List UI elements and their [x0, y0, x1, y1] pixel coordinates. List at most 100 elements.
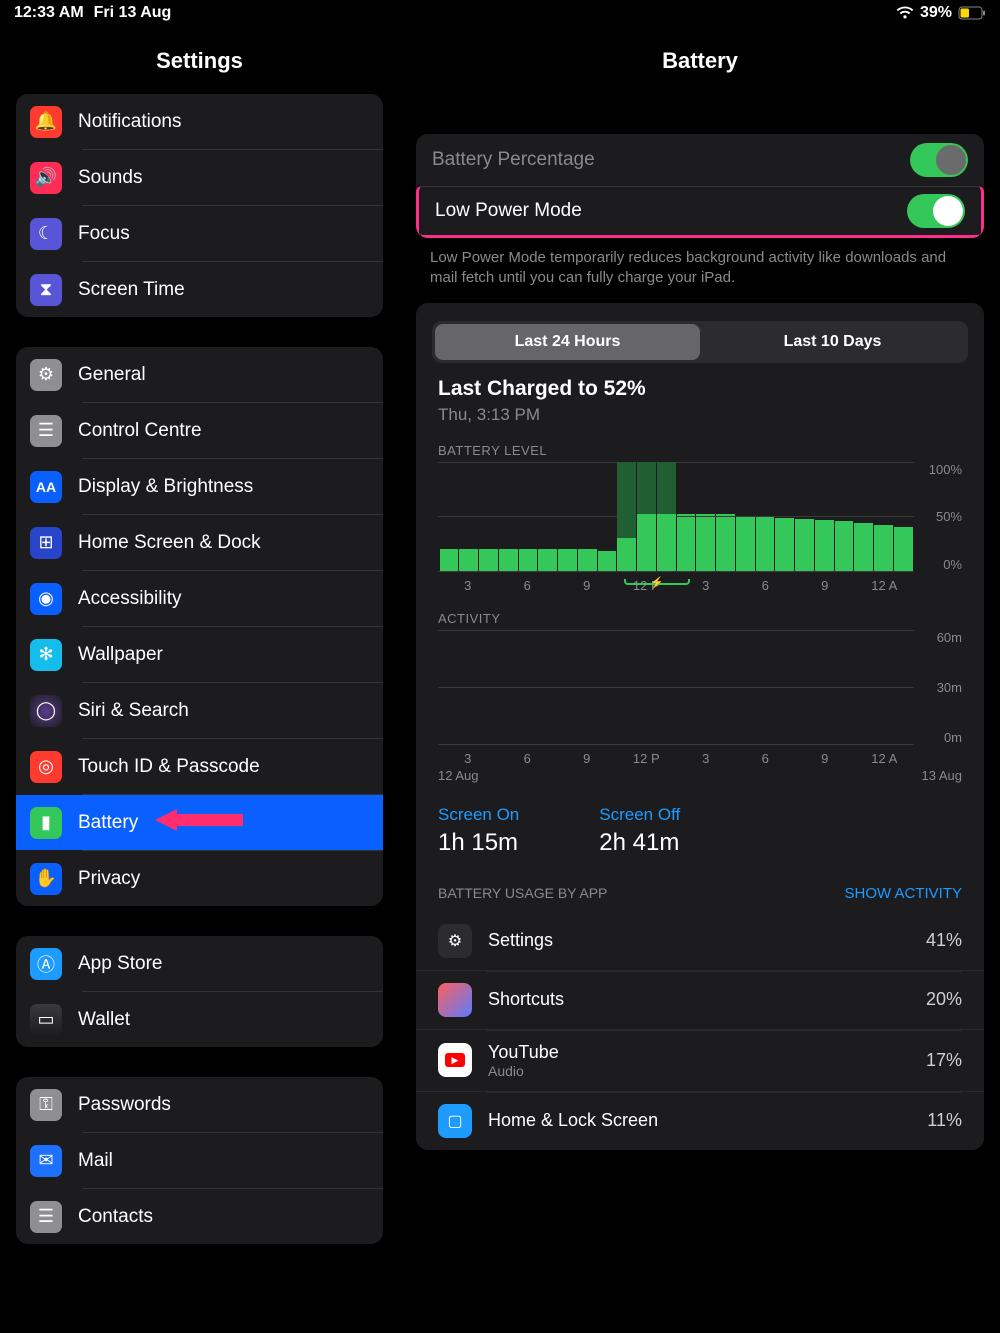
sidebar-item-siri[interactable]: ◯ Siri & Search [16, 683, 383, 738]
arrow-annotation-icon [153, 807, 243, 838]
sidebar-item-accessibility[interactable]: ◉Accessibility [16, 571, 383, 626]
chart-title-level: BATTERY LEVEL [438, 443, 962, 458]
sidebar-item-focus[interactable]: ☾ Focus [16, 206, 383, 261]
activity-chart [438, 630, 914, 745]
sidebar-item-privacy[interactable]: ✋ Privacy [16, 851, 383, 906]
status-time: 12:33 AM [14, 4, 84, 22]
sidebar-item-label: Focus [78, 223, 130, 245]
segment-last-24-hours[interactable]: Last 24 Hours [435, 324, 700, 360]
sidebar-item-label: App Store [78, 953, 163, 975]
battery-icon [958, 6, 986, 20]
toggle-low-power-mode[interactable] [907, 194, 965, 228]
moon-icon: ☾ [30, 218, 62, 250]
wallet-icon: ▭ [30, 1004, 62, 1036]
app-icon [438, 983, 472, 1017]
app-row-shortcuts[interactable]: Shortcuts 20% [416, 970, 984, 1029]
wifi-icon [896, 6, 914, 20]
key-icon: ⚿ [30, 1089, 62, 1121]
status-bar: 12:33 AM Fri 13 Aug 39% [0, 0, 1000, 26]
app-usage-header: BATTERY USAGE BY APP [438, 885, 607, 901]
time-range-segmented[interactable]: Last 24 HoursLast 10 Days [432, 321, 968, 363]
app-icon: ▶ [438, 1043, 472, 1077]
low-power-footer: Low Power Mode temporarily reduces backg… [400, 238, 1000, 289]
app-percentage: 11% [927, 1110, 962, 1131]
battery-detail-panel: Last 24 HoursLast 10 Days Last Charged t… [416, 303, 984, 1150]
sidebar-item-general[interactable]: ⚙ General [16, 347, 383, 402]
sidebar-item-control-centre[interactable]: ☰ Control Centre [16, 403, 383, 458]
sidebar-item-label: General [78, 364, 146, 386]
app-percentage: 20% [926, 989, 962, 1010]
detail-title: Battery [400, 34, 1000, 94]
app-name: YouTube [488, 1042, 559, 1063]
sidebar-item-wallpaper[interactable]: ✻Wallpaper [16, 627, 383, 682]
charging-marker-icon [624, 579, 691, 585]
fingerprint-icon: ◎ [30, 751, 62, 783]
gear-icon: ⚙ [30, 359, 62, 391]
sidebar-item-label: Contacts [78, 1206, 153, 1228]
sidebar-item-label: Battery [78, 812, 138, 834]
appstore-icon: Ⓐ [30, 948, 62, 980]
hand-icon: ✋ [30, 863, 62, 895]
toggle-panel: Battery PercentageLow Power Mode [416, 134, 984, 238]
sidebar-item-label: Control Centre [78, 420, 202, 442]
sidebar-item-battery[interactable]: ▮ Battery [16, 795, 383, 850]
app-icon: ▢ [438, 1104, 472, 1138]
app-percentage: 41% [926, 930, 962, 951]
sidebar-item-passwords[interactable]: ⚿ Passwords [16, 1077, 383, 1132]
last-charged-title: Last Charged to 52% [438, 377, 962, 401]
switches-icon: ☰ [30, 415, 62, 447]
segment-last-10-days[interactable]: Last 10 Days [700, 324, 965, 360]
status-date: Fri 13 Aug [94, 4, 172, 22]
sidebar-item-label: Wallpaper [78, 644, 163, 666]
sidebar-item-wallet[interactable]: ▭Wallet [16, 992, 383, 1047]
sidebar-item-label: Passwords [78, 1094, 171, 1116]
battery-level-chart [438, 462, 914, 572]
last-charged-sub: Thu, 3:13 PM [438, 405, 962, 425]
status-battery-pct: 39% [920, 4, 952, 22]
app-row-youtube[interactable]: ▶ YouTubeAudio 17% [416, 1029, 984, 1091]
detail-pane: Battery Battery PercentageLow Power Mode… [400, 0, 1000, 1333]
sidebar-item-contacts[interactable]: ☰ Contacts [16, 1189, 383, 1244]
sidebar-item-touch-id[interactable]: ◎Touch ID & Passcode [16, 739, 383, 794]
sidebar-item-app-store[interactable]: Ⓐ App Store [16, 936, 383, 991]
sidebar-title: Settings [0, 34, 399, 94]
chart-date-end: 13 Aug [922, 768, 963, 783]
sidebar-item-label: Screen Time [78, 279, 185, 301]
bell-icon: 🔔 [30, 106, 62, 138]
app-row-home-lock-screen[interactable]: ▢ Home & Lock Screen 11% [416, 1091, 984, 1150]
sidebar-item-home-screen[interactable]: ⊞ Home Screen & Dock [16, 515, 383, 570]
contacts-icon: ☰ [30, 1201, 62, 1233]
sidebar: Settings 🔔 Notifications 🔊Sounds ☾ Focus ⧗ Scr… [0, 0, 400, 1333]
app-icon: ⚙ [438, 924, 472, 958]
battery-icon: ▮ [30, 807, 62, 839]
sidebar-item-display[interactable]: AA Display & Brightness [16, 459, 383, 514]
sidebar-item-label: Siri & Search [78, 700, 189, 722]
toggle-label: Battery Percentage [432, 149, 595, 171]
speaker-icon: 🔊 [30, 162, 62, 194]
app-name: Home & Lock Screen [488, 1110, 658, 1131]
app-sub: Audio [488, 1063, 559, 1079]
sidebar-item-notifications[interactable]: 🔔 Notifications [16, 94, 383, 149]
sidebar-item-label: Mail [78, 1150, 113, 1172]
sidebar-item-screen-time[interactable]: ⧗ Screen Time [16, 262, 383, 317]
sidebar-item-sounds[interactable]: 🔊Sounds [16, 150, 383, 205]
sidebar-item-label: Display & Brightness [78, 476, 253, 498]
sidebar-item-label: Privacy [78, 868, 140, 890]
screen-on-label: Screen On [438, 805, 519, 825]
siri-icon: ◯ [30, 695, 62, 727]
app-name: Settings [488, 930, 553, 951]
screen-off-value: 2h 41m [599, 829, 680, 857]
AA-icon: AA [30, 471, 62, 503]
app-name: Shortcuts [488, 989, 564, 1010]
sidebar-item-mail[interactable]: ✉ Mail [16, 1133, 383, 1188]
sidebar-item-label: Home Screen & Dock [78, 532, 261, 554]
toggle-battery-percentage[interactable] [910, 143, 968, 177]
show-activity-link[interactable]: SHOW ACTIVITY [844, 885, 962, 902]
app-percentage: 17% [926, 1050, 962, 1071]
sidebar-item-label: Notifications [78, 111, 182, 133]
mail-icon: ✉ [30, 1145, 62, 1177]
app-row-settings[interactable]: ⚙ Settings 41% [416, 912, 984, 970]
toggle-row-battery-percentage: Battery Percentage [416, 134, 984, 186]
grid-icon: ⊞ [30, 527, 62, 559]
hourglass-icon: ⧗ [30, 274, 62, 306]
